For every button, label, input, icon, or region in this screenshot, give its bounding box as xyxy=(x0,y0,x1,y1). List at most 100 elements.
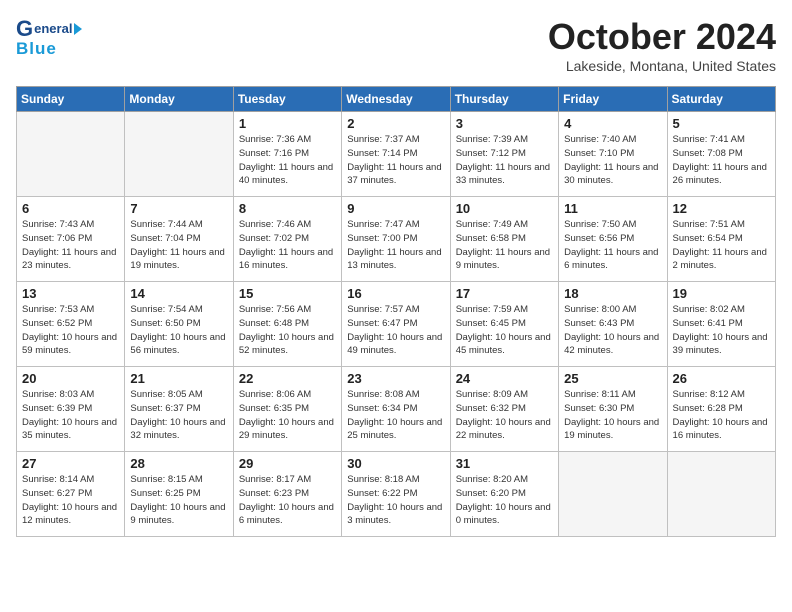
day-number: 20 xyxy=(22,371,119,386)
day-info: Sunrise: 7:41 AM Sunset: 7:08 PM Dayligh… xyxy=(673,133,770,188)
weekday-header-thursday: Thursday xyxy=(450,87,558,112)
day-number: 18 xyxy=(564,286,661,301)
day-info: Sunrise: 7:54 AM Sunset: 6:50 PM Dayligh… xyxy=(130,303,227,358)
calendar-cell: 3 Sunrise: 7:39 AM Sunset: 7:12 PM Daylig… xyxy=(450,112,558,197)
day-number: 8 xyxy=(239,201,336,216)
calendar-week-1: 1 Sunrise: 7:36 AM Sunset: 7:16 PM Daylig… xyxy=(17,112,776,197)
day-info: Sunrise: 8:11 AM Sunset: 6:30 PM Dayligh… xyxy=(564,388,661,443)
calendar-cell: 17Sunrise: 7:59 AM Sunset: 6:45 PM Dayli… xyxy=(450,282,558,367)
day-number: 3 xyxy=(456,116,553,131)
day-number: 2 xyxy=(347,116,444,131)
day-info: Sunrise: 7:50 AM Sunset: 6:56 PM Dayligh… xyxy=(564,218,661,273)
day-info: Sunrise: 8:02 AM Sunset: 6:41 PM Dayligh… xyxy=(673,303,770,358)
day-info: Sunrise: 7:36 AM Sunset: 7:16 PM Dayligh… xyxy=(239,133,336,188)
day-info: Sunrise: 8:12 AM Sunset: 6:28 PM Dayligh… xyxy=(673,388,770,443)
weekday-header-friday: Friday xyxy=(559,87,667,112)
day-number: 4 xyxy=(564,116,661,131)
calendar-cell: 15 Sunrise: 7:56 AM Sunset: 6:48 PM Dayli… xyxy=(233,282,341,367)
calendar-cell: 18 Sunrise: 8:00 AM Sunset: 6:43 PM Dayli… xyxy=(559,282,667,367)
weekday-header-monday: Monday xyxy=(125,87,233,112)
day-number: 31 xyxy=(456,456,553,471)
day-info: Sunrise: 7:44 AM Sunset: 7:04 PM Dayligh… xyxy=(130,218,227,273)
page-header: G eneral Blue October 2024 Lakeside, Mon… xyxy=(16,16,776,74)
day-info: Sunrise: 7:56 AM Sunset: 6:48 PM Dayligh… xyxy=(239,303,336,358)
calendar-cell: 19 Sunrise: 8:02 AM Sunset: 6:41 PM Dayli… xyxy=(667,282,775,367)
day-info: Sunrise: 7:43 AM Sunset: 7:06 PM Dayligh… xyxy=(22,218,119,273)
logo-blue-text: Blue xyxy=(16,39,82,59)
weekday-header-wednesday: Wednesday xyxy=(342,87,450,112)
day-info: Sunrise: 8:17 AM Sunset: 6:23 PM Dayligh… xyxy=(239,473,336,528)
calendar-cell: 29Sunrise: 8:17 AM Sunset: 6:23 PM Dayli… xyxy=(233,452,341,537)
day-info: Sunrise: 8:20 AM Sunset: 6:20 PM Dayligh… xyxy=(456,473,553,528)
day-number: 27 xyxy=(22,456,119,471)
logo: G eneral Blue xyxy=(16,16,82,60)
calendar-cell: 26Sunrise: 8:12 AM Sunset: 6:28 PM Dayli… xyxy=(667,367,775,452)
calendar-cell: 2 Sunrise: 7:37 AM Sunset: 7:14 PM Daylig… xyxy=(342,112,450,197)
day-info: Sunrise: 7:53 AM Sunset: 6:52 PM Dayligh… xyxy=(22,303,119,358)
day-number: 10 xyxy=(456,201,553,216)
calendar-cell: 14 Sunrise: 7:54 AM Sunset: 6:50 PM Dayli… xyxy=(125,282,233,367)
day-info: Sunrise: 7:39 AM Sunset: 7:12 PM Dayligh… xyxy=(456,133,553,188)
calendar-subtitle: Lakeside, Montana, United States xyxy=(548,58,776,74)
calendar-cell: 11 Sunrise: 7:50 AM Sunset: 6:56 PM Dayli… xyxy=(559,197,667,282)
day-number: 15 xyxy=(239,286,336,301)
day-number: 16 xyxy=(347,286,444,301)
calendar-cell: 27 Sunrise: 8:14 AM Sunset: 6:27 PM Dayli… xyxy=(17,452,125,537)
calendar-cell: 28Sunrise: 8:15 AM Sunset: 6:25 PM Dayli… xyxy=(125,452,233,537)
calendar-cell: 9 Sunrise: 7:47 AM Sunset: 7:00 PM Daylig… xyxy=(342,197,450,282)
day-number: 28 xyxy=(130,456,227,471)
day-number: 11 xyxy=(564,201,661,216)
title-block: October 2024 Lakeside, Montana, United S… xyxy=(548,16,776,74)
day-info: Sunrise: 7:37 AM Sunset: 7:14 PM Dayligh… xyxy=(347,133,444,188)
day-number: 30 xyxy=(347,456,444,471)
calendar-cell: 23 Sunrise: 8:08 AM Sunset: 6:34 PM Dayli… xyxy=(342,367,450,452)
calendar-cell: 10 Sunrise: 7:49 AM Sunset: 6:58 PM Dayli… xyxy=(450,197,558,282)
day-number: 12 xyxy=(673,201,770,216)
day-info: Sunrise: 7:57 AM Sunset: 6:47 PM Dayligh… xyxy=(347,303,444,358)
day-number: 1 xyxy=(239,116,336,131)
calendar-cell: 24 Sunrise: 8:09 AM Sunset: 6:32 PM Dayli… xyxy=(450,367,558,452)
day-info: Sunrise: 8:06 AM Sunset: 6:35 PM Dayligh… xyxy=(239,388,336,443)
calendar-title: October 2024 xyxy=(548,16,776,58)
calendar-week-2: 6 Sunrise: 7:43 AM Sunset: 7:06 PM Daylig… xyxy=(17,197,776,282)
day-number: 6 xyxy=(22,201,119,216)
day-number: 9 xyxy=(347,201,444,216)
calendar-cell xyxy=(125,112,233,197)
day-info: Sunrise: 7:49 AM Sunset: 6:58 PM Dayligh… xyxy=(456,218,553,273)
day-number: 21 xyxy=(130,371,227,386)
calendar-week-3: 13 Sunrise: 7:53 AM Sunset: 6:52 PM Dayli… xyxy=(17,282,776,367)
calendar-cell xyxy=(559,452,667,537)
weekday-header-saturday: Saturday xyxy=(667,87,775,112)
day-number: 19 xyxy=(673,286,770,301)
day-number: 14 xyxy=(130,286,227,301)
day-info: Sunrise: 7:51 AM Sunset: 6:54 PM Dayligh… xyxy=(673,218,770,273)
day-number: 22 xyxy=(239,371,336,386)
calendar-cell: 25Sunrise: 8:11 AM Sunset: 6:30 PM Dayli… xyxy=(559,367,667,452)
calendar-cell: 1 Sunrise: 7:36 AM Sunset: 7:16 PM Daylig… xyxy=(233,112,341,197)
day-number: 7 xyxy=(130,201,227,216)
day-info: Sunrise: 8:00 AM Sunset: 6:43 PM Dayligh… xyxy=(564,303,661,358)
day-info: Sunrise: 7:46 AM Sunset: 7:02 PM Dayligh… xyxy=(239,218,336,273)
calendar-cell: 5Sunrise: 7:41 AM Sunset: 7:08 PM Daylig… xyxy=(667,112,775,197)
calendar-cell: 4 Sunrise: 7:40 AM Sunset: 7:10 PM Daylig… xyxy=(559,112,667,197)
calendar-cell: 6 Sunrise: 7:43 AM Sunset: 7:06 PM Daylig… xyxy=(17,197,125,282)
day-info: Sunrise: 8:08 AM Sunset: 6:34 PM Dayligh… xyxy=(347,388,444,443)
day-info: Sunrise: 7:40 AM Sunset: 7:10 PM Dayligh… xyxy=(564,133,661,188)
logo-arrow-icon xyxy=(74,23,82,35)
calendar-cell xyxy=(667,452,775,537)
day-info: Sunrise: 7:47 AM Sunset: 7:00 PM Dayligh… xyxy=(347,218,444,273)
calendar-cell: 7 Sunrise: 7:44 AM Sunset: 7:04 PM Daylig… xyxy=(125,197,233,282)
calendar-table: SundayMondayTuesdayWednesdayThursdayFrid… xyxy=(16,86,776,537)
day-number: 23 xyxy=(347,371,444,386)
day-info: Sunrise: 8:09 AM Sunset: 6:32 PM Dayligh… xyxy=(456,388,553,443)
day-info: Sunrise: 8:14 AM Sunset: 6:27 PM Dayligh… xyxy=(22,473,119,528)
calendar-week-4: 20Sunrise: 8:03 AM Sunset: 6:39 PM Dayli… xyxy=(17,367,776,452)
day-info: Sunrise: 8:18 AM Sunset: 6:22 PM Dayligh… xyxy=(347,473,444,528)
calendar-cell: 31 Sunrise: 8:20 AM Sunset: 6:20 PM Dayli… xyxy=(450,452,558,537)
day-number: 13 xyxy=(22,286,119,301)
calendar-cell: 30 Sunrise: 8:18 AM Sunset: 6:22 PM Dayli… xyxy=(342,452,450,537)
day-number: 24 xyxy=(456,371,553,386)
calendar-cell: 13 Sunrise: 7:53 AM Sunset: 6:52 PM Dayli… xyxy=(17,282,125,367)
calendar-cell: 12 Sunrise: 7:51 AM Sunset: 6:54 PM Dayli… xyxy=(667,197,775,282)
logo-general: eneral xyxy=(34,21,72,37)
